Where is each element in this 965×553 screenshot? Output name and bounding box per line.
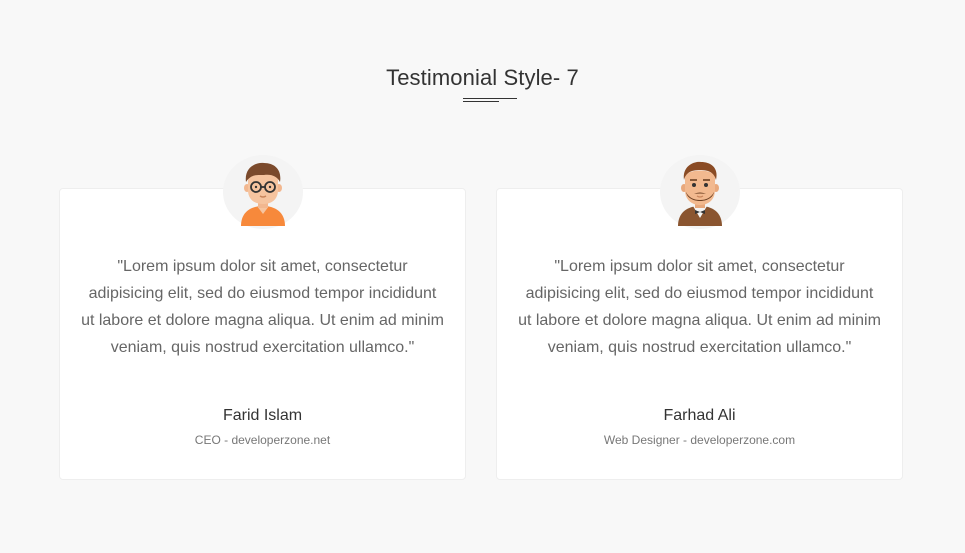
avatar <box>659 155 740 229</box>
divider-line-bottom <box>463 101 499 102</box>
avatar <box>222 155 303 229</box>
person-name: Farhad Ali <box>663 407 736 424</box>
bearded-man-avatar-icon <box>677 161 722 226</box>
section-title: Testimonial Style- 7 <box>386 65 579 90</box>
testimonial-card: "Lorem ipsum dolor sit amet, consectetur… <box>59 155 466 480</box>
divider-line-top <box>463 98 517 99</box>
testimonial-quote: "Lorem ipsum dolor sit amet, consectetur… <box>81 258 444 356</box>
boy-with-glasses-avatar-icon <box>240 162 285 226</box>
title-divider <box>463 98 517 102</box>
testimonial-quote: "Lorem ipsum dolor sit amet, consectetur… <box>518 258 881 356</box>
person-role: CEO - developerzone.net <box>194 433 331 447</box>
person-role: Web Designer - developerzone.com <box>603 433 796 447</box>
testimonial-card: "Lorem ipsum dolor sit amet, consectetur… <box>496 155 903 480</box>
testimonial-section: Testimonial Style- 7 "Lorem ipsum dolor … <box>0 0 965 553</box>
person-name: Farid Islam <box>222 407 303 424</box>
